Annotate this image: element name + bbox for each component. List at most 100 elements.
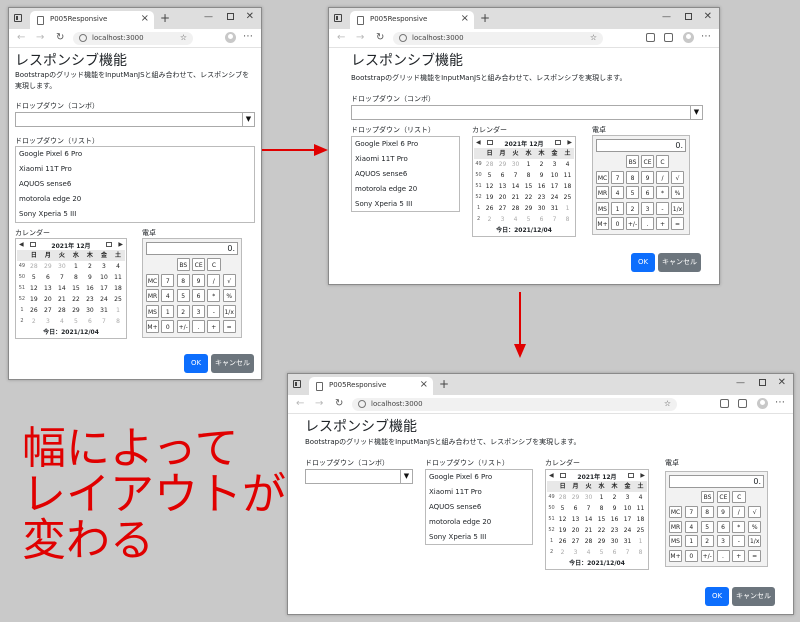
calendar-day[interactable]: 29 xyxy=(69,305,83,316)
dropdown-arrow-icon[interactable]: ▼ xyxy=(400,470,412,483)
calculator-key[interactable]: 7 xyxy=(611,170,624,184)
calendar-day[interactable]: 6 xyxy=(608,547,621,558)
calculator-key[interactable]: + xyxy=(207,320,221,334)
calculator-key[interactable]: % xyxy=(748,520,762,533)
calendar-day[interactable]: 23 xyxy=(608,525,621,536)
calendar-day[interactable]: 30 xyxy=(535,203,548,214)
calendar-day[interactable]: 7 xyxy=(509,170,522,181)
list-item[interactable]: AQUOS sense6 xyxy=(16,177,254,192)
calendar-next-year-icon[interactable] xyxy=(106,242,112,247)
calculator-key[interactable]: * xyxy=(207,289,221,303)
list-item[interactable]: Xiaomi 11T Pro xyxy=(426,485,532,500)
calendar-day[interactable]: 21 xyxy=(55,294,69,305)
forward-arrow-icon[interactable]: → xyxy=(36,31,44,45)
tab-close-icon[interactable]: × xyxy=(141,13,149,25)
url-field[interactable]: localhost:3000 ☆ xyxy=(393,32,603,45)
calendar-day[interactable]: 28 xyxy=(55,305,69,316)
calendar-day[interactable]: 17 xyxy=(621,514,634,525)
dropdown-list[interactable]: Google Pixel 6 Pro Xiaomi 11T Pro AQUOS se… xyxy=(425,469,533,545)
calendar-day[interactable]: 23 xyxy=(83,294,97,305)
calendar-day[interactable]: 1 xyxy=(595,492,608,503)
calendar-day[interactable]: 12 xyxy=(27,283,41,294)
calendar-day[interactable]: 12 xyxy=(556,514,569,525)
minimize-icon[interactable]: — xyxy=(662,11,671,23)
list-item[interactable]: motorola edge 20 xyxy=(426,515,532,530)
calculator-key[interactable]: 4 xyxy=(611,186,624,200)
tab-strip-icon[interactable] xyxy=(293,380,301,388)
calculator-key[interactable]: 2 xyxy=(626,201,639,215)
close-window-icon[interactable]: ✕ xyxy=(778,377,786,389)
calendar-day[interactable]: 29 xyxy=(496,159,509,170)
calendar-day[interactable]: 3 xyxy=(496,214,509,225)
calculator-key[interactable]: 5 xyxy=(700,520,714,533)
back-arrow-icon[interactable]: ← xyxy=(296,397,304,411)
calendar-day[interactable]: 11 xyxy=(111,272,125,283)
calculator-key[interactable]: +/- xyxy=(176,320,190,334)
calendar-day[interactable]: 19 xyxy=(556,525,569,536)
calendar-day[interactable]: 15 xyxy=(595,514,608,525)
calendar-day[interactable]: 16 xyxy=(83,283,97,294)
calendar-day[interactable]: 7 xyxy=(97,316,111,327)
calculator-key[interactable]: 8 xyxy=(176,273,190,287)
new-tab-button[interactable]: + xyxy=(439,377,449,391)
calendar-day[interactable]: 30 xyxy=(55,261,69,272)
calculator-key[interactable]: +/- xyxy=(700,550,714,563)
profile-avatar-icon[interactable] xyxy=(683,32,694,43)
calculator-widget[interactable]: 0. BS CE C MC 7 8 9/√ MR 4 5 6 *% MS 1 2 3-1/x M+ 0 +/-. + = xyxy=(665,471,768,567)
calendar-day[interactable]: 24 xyxy=(97,294,111,305)
calculator-key[interactable]: C xyxy=(656,155,669,168)
calculator-key[interactable]: 8 xyxy=(700,505,714,518)
calculator-key[interactable]: BS xyxy=(700,491,715,503)
calculator-key[interactable]: 2 xyxy=(700,535,714,548)
calendar-today[interactable]: 今日：2021/12/04 xyxy=(16,327,126,338)
calendar-day[interactable]: 19 xyxy=(483,192,496,203)
calendar-day[interactable]: 1 xyxy=(111,305,125,316)
calendar-day[interactable]: 10 xyxy=(621,503,634,514)
calendar-day[interactable]: 6 xyxy=(535,214,548,225)
calendar-day[interactable]: 4 xyxy=(582,547,595,558)
calculator-key[interactable]: +/- xyxy=(626,217,639,231)
calendar-day[interactable]: 10 xyxy=(97,272,111,283)
reload-icon[interactable]: ↻ xyxy=(56,31,64,45)
calendar-next-year-icon[interactable] xyxy=(555,140,561,145)
calendar-day[interactable]: 22 xyxy=(522,192,535,203)
maximize-icon[interactable] xyxy=(685,13,692,20)
calendar-day[interactable]: 3 xyxy=(569,547,582,558)
calendar-day[interactable]: 6 xyxy=(496,170,509,181)
calculator-key[interactable]: 6 xyxy=(716,520,730,533)
new-tab-button[interactable]: + xyxy=(160,11,170,25)
calculator-key[interactable]: BS xyxy=(626,155,639,168)
calculator-key[interactable]: CE xyxy=(641,155,654,168)
calendar-day[interactable]: 25 xyxy=(634,525,647,536)
calculator-widget[interactable]: 0. BS CE C MC 7 8 9/√ MR 4 5 6 *% MS 1 2 3-1/x M+ 0 +/-. + = xyxy=(142,238,242,338)
calendar-day[interactable]: 7 xyxy=(621,547,634,558)
calculator-key[interactable]: 6 xyxy=(192,289,205,303)
cancel-button[interactable]: キャンセル xyxy=(732,587,775,606)
calculator-key[interactable]: 5 xyxy=(176,289,190,303)
calendar-day[interactable]: 18 xyxy=(634,514,647,525)
calculator-key[interactable]: MS xyxy=(669,535,682,548)
calendar-day[interactable]: 30 xyxy=(608,536,621,547)
calendar-day[interactable]: 20 xyxy=(569,525,582,536)
calendar-day[interactable]: 28 xyxy=(27,261,41,272)
forward-arrow-icon[interactable]: → xyxy=(315,397,323,411)
calendar-day[interactable]: 28 xyxy=(483,159,496,170)
back-arrow-icon[interactable]: ← xyxy=(17,31,25,45)
calculator-key[interactable]: 1 xyxy=(611,201,624,215)
calculator-key[interactable]: M+ xyxy=(146,320,159,334)
calendar-day[interactable]: 5 xyxy=(522,214,535,225)
calendar-day[interactable]: 30 xyxy=(83,305,97,316)
list-item[interactable]: Google Pixel 6 Pro xyxy=(352,137,459,152)
calendar-day[interactable]: 27 xyxy=(569,536,582,547)
calculator-key[interactable]: . xyxy=(641,217,654,231)
calculator-key[interactable]: CE xyxy=(192,258,206,271)
calculator-key[interactable]: M+ xyxy=(669,550,682,563)
dropdown-combo[interactable]: ▼ xyxy=(351,105,703,120)
calculator-key[interactable]: MR xyxy=(669,520,682,533)
calculator-key[interactable]: 8 xyxy=(626,170,639,184)
more-menu-icon[interactable]: ⋯ xyxy=(243,31,253,43)
calendar-day[interactable]: 24 xyxy=(548,192,561,203)
calculator-key[interactable]: 3 xyxy=(192,304,205,318)
list-item[interactable]: Sony Xperia 5 III xyxy=(16,207,254,222)
calendar-widget[interactable]: ◀ 2021年 12月 ▶ 日月火水木金土 49 28 29 30 1 2 3 4 50 5 6 7 8 9 10 1… xyxy=(545,469,649,570)
